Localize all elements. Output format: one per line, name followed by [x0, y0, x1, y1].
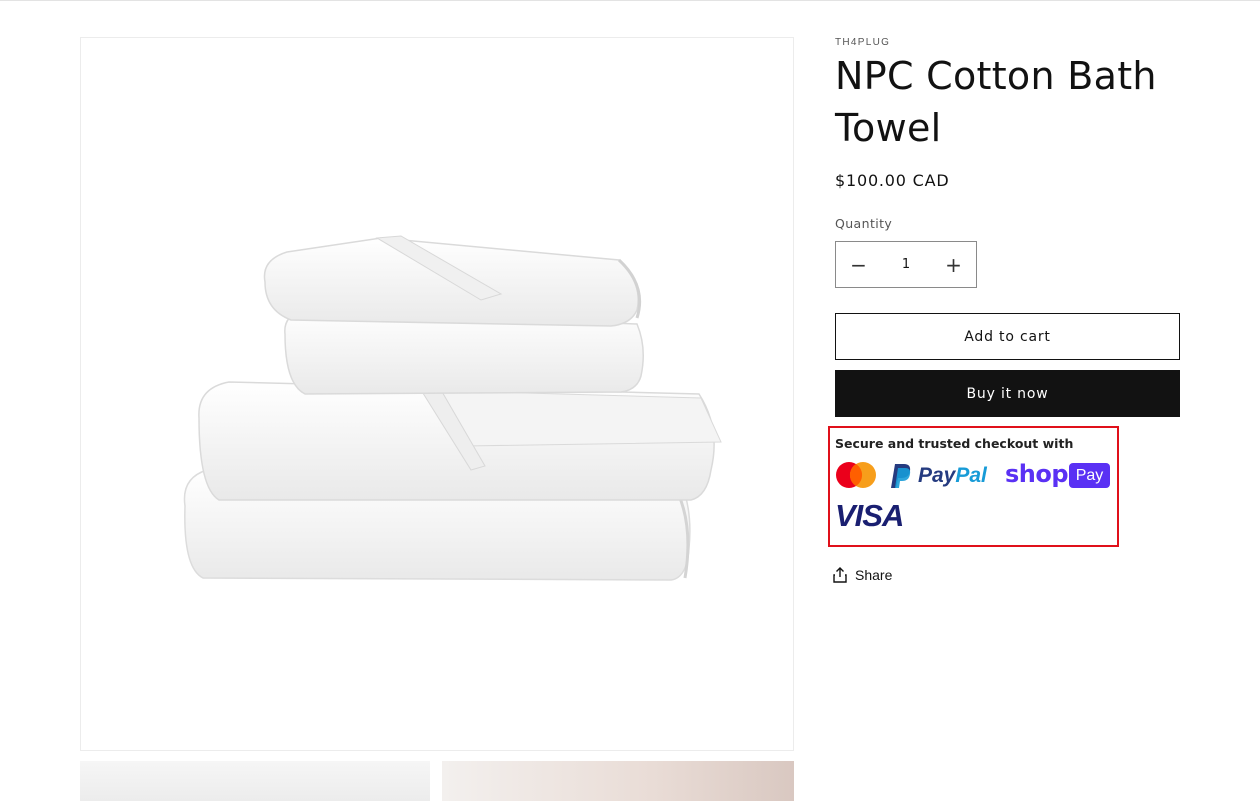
quantity-input[interactable]	[881, 242, 931, 287]
towel-stack-illustration	[183, 235, 722, 581]
quantity-selector: − +	[835, 241, 977, 288]
shop-pay-wordmark: shop	[1005, 460, 1069, 488]
product-vendor: TH4PLUG	[835, 37, 891, 48]
thumbnail-strip	[80, 761, 794, 801]
mastercard-icon	[835, 461, 877, 489]
trust-badge: Secure and trusted checkout with PayPal …	[828, 426, 1119, 547]
product-main-image[interactable]	[80, 37, 794, 751]
shop-pay-icon: shop Pay	[1005, 460, 1113, 490]
paypal-wordmark: PayPal	[918, 464, 987, 487]
visa-wordmark: VISA	[835, 498, 904, 533]
share-label: Share	[855, 567, 893, 583]
visa-icon: VISA	[835, 498, 917, 534]
product-title: NPC Cotton Bath Towel	[835, 54, 1157, 150]
buy-now-button[interactable]: Buy it now	[835, 370, 1180, 417]
paypal-icon: PayPal	[890, 461, 994, 491]
quantity-decrease-button[interactable]: −	[836, 242, 881, 287]
share-button[interactable]: Share	[833, 564, 892, 586]
trust-badge-heading: Secure and trusted checkout with	[835, 436, 1074, 451]
shop-pay-badge: Pay	[1069, 463, 1110, 488]
product-price: $100.00 CAD	[835, 171, 950, 190]
share-icon	[833, 567, 847, 583]
thumbnail-2[interactable]	[442, 761, 794, 801]
add-to-cart-button[interactable]: Add to cart	[835, 313, 1180, 360]
header-divider	[0, 0, 1260, 1]
quantity-increase-button[interactable]: +	[931, 242, 976, 287]
thumbnail-1[interactable]	[80, 761, 430, 801]
quantity-label: Quantity	[835, 216, 893, 231]
